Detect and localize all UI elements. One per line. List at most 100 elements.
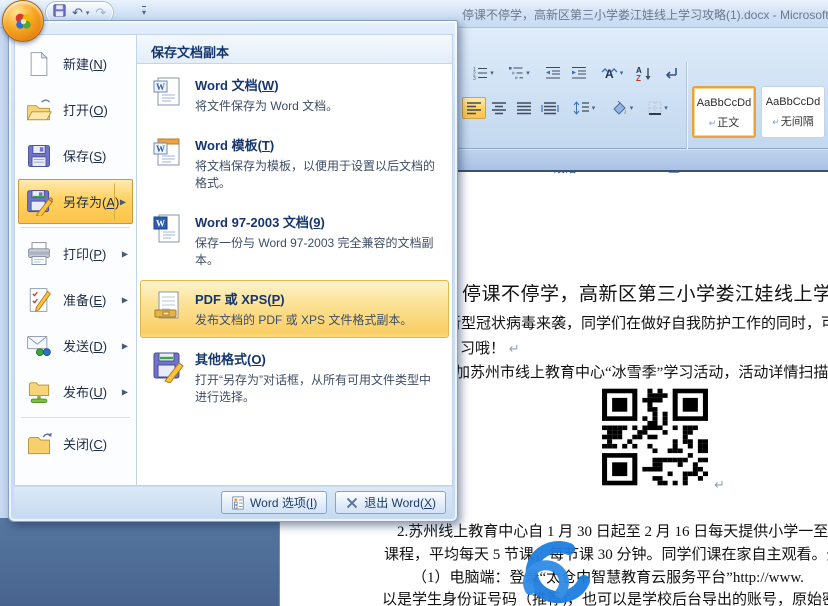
line-spacing-button[interactable]: ▾ — [568, 97, 600, 119]
outside-page-background — [0, 518, 280, 606]
submenu-item-word-document[interactable]: WWord 文档(W)将文件保存为 Word 文档。 — [140, 66, 449, 124]
word-options-icon — [231, 496, 245, 510]
menu-item-label: 发布(U) — [63, 382, 107, 401]
svg-text:W: W — [156, 82, 165, 92]
submenu-item-description: 发布文档的 PDF 或 XPS 文件格式副本。 — [195, 312, 412, 329]
sort-button[interactable]: AZ — [632, 62, 656, 84]
submenu-arrow-icon: ▶ — [122, 249, 128, 258]
decrease-indent-button[interactable] — [541, 62, 565, 84]
submenu-item-title: Word 97-2003 文档(9) — [195, 212, 438, 231]
shading-button[interactable]: ▾ — [606, 97, 638, 119]
increase-indent-button[interactable] — [567, 62, 591, 84]
office-button[interactable] — [2, 0, 44, 42]
menu-item-close[interactable]: 关闭(C) — [18, 421, 133, 466]
menu-item-print[interactable]: 打印(P) ▶ — [18, 231, 133, 276]
save-icon — [25, 142, 53, 170]
submenu-item-other-formats[interactable]: 其他格式(O) 打开“另存为”对话框，从所有可用文件类型中进行选择。 — [140, 340, 449, 415]
undo-icon[interactable]: ↶ — [72, 6, 83, 19]
menu-item-publish[interactable]: 发布(U)▶ — [18, 369, 133, 414]
button-label: Word 选项(I) — [250, 494, 317, 511]
document-paragraph: 以是学生身份证号码（推荐)，也可以是学校后台导出的账号，原始密码 — [382, 588, 828, 606]
document-paragraph: 2.苏州线上教育中心自 1 月 30 日起至 2 月 16 日每天提供小学一至 — [397, 520, 828, 541]
redo-icon[interactable]: ↷ — [95, 6, 106, 19]
menu-item-save-as[interactable]: 另存为(A)▶ — [18, 179, 133, 224]
exit-x-icon — [345, 496, 359, 510]
save-icon[interactable] — [53, 4, 66, 22]
submenu-header: 保存文档副本 — [137, 35, 452, 64]
customize-quick-access-icon[interactable]: ▾ — [142, 6, 146, 17]
word-template-icon: W — [151, 135, 185, 169]
multilevel-list-button[interactable]: ▾ — [502, 62, 536, 84]
window-title: 停课不停学，高新区第三小学娄江娃线上学习攻略(1).docx - Microso… — [462, 6, 828, 23]
align-right-button[interactable] — [512, 97, 536, 119]
paragraph-mark: ↵ — [714, 477, 725, 493]
document-paragraph: 习哦！ ↵ — [460, 337, 520, 358]
submenu-arrow-icon: ▶ — [114, 183, 128, 220]
document-paragraph: （1）电脑端：登录“太仓中智慧教育云服务平台”http://www. — [412, 566, 804, 587]
menu-item-label: 发送(D) — [63, 336, 107, 355]
align-center-button[interactable] — [487, 97, 511, 119]
word-options-button[interactable]: Word 选项(I) — [221, 491, 327, 514]
document-paragraph: 参加苏州市线上教育中心“冰雪季”学习活动，活动详情扫描二维码 — [440, 361, 828, 382]
menu-separator — [21, 227, 130, 228]
show-hide-marks-button[interactable] — [660, 62, 682, 84]
style-name: ↵正文 — [694, 114, 754, 130]
office-menu-left-pane: 新建(N)打开(O)保存(S)另存为(A)▶打印(P)▶准备(E)▶发送(D)▶… — [14, 34, 136, 486]
menu-item-label: 准备(E) — [63, 290, 106, 309]
distribute-text-button[interactable] — [537, 97, 563, 119]
submenu-arrow-icon: ▶ — [122, 341, 128, 350]
exit-word-button[interactable]: 退出 Word(X) — [335, 491, 446, 514]
ribbon: 123▾ ▾ A▾ AZ — [440, 28, 828, 149]
new-document-icon — [25, 50, 53, 78]
menu-item-label: 另存为(A) — [63, 192, 119, 211]
word-document-icon: W — [151, 75, 185, 109]
undo-dropdown-icon[interactable]: ▾ — [86, 9, 90, 17]
menu-item-label: 关闭(C) — [63, 434, 107, 453]
office-menu-footer: Word 选项(I) 退出 Word(X) — [14, 487, 452, 518]
menu-item-new[interactable]: 新建(N) — [18, 41, 133, 86]
svg-text:W: W — [156, 144, 165, 154]
publish-icon — [25, 378, 53, 406]
submenu-item-description: 将文档保存为模板，以便用于设置以后文档的格式。 — [195, 158, 438, 192]
menu-item-prepare[interactable]: 准备(E)▶ — [18, 277, 133, 322]
print-icon — [25, 240, 53, 268]
menu-item-send[interactable]: 发送(D) ▶ — [18, 323, 133, 368]
style-card-no-spacing[interactable]: AaBbCcDd ↵无间隔 — [761, 86, 825, 138]
submenu-item-word-97-2003[interactable]: W Word 97-2003 文档(9) 保存一份与 Word 97-2003 完全… — [140, 203, 449, 278]
close-folder-icon — [25, 430, 53, 458]
svg-text:Z: Z — [636, 74, 641, 81]
button-label: 退出 Word(X) — [364, 494, 436, 511]
send-icon — [25, 332, 53, 360]
save-as-icon — [25, 188, 53, 216]
style-sample-text: AaBbCcDd — [762, 96, 824, 108]
watermark-swirl-logo — [503, 540, 595, 604]
submenu-item-description: 保存一份与 Word 97-2003 完全兼容的文档副本。 — [195, 235, 438, 269]
paragraph-mark: ↵ — [509, 341, 520, 356]
word-97-2003-icon: W — [151, 212, 185, 246]
svg-text:W: W — [156, 219, 165, 229]
document-paragraph: 新型冠状病毒来袭，同学们在做好自我防护工作的同时，可以利 — [446, 312, 828, 333]
style-card-normal[interactable]: AaBbCcDd↵正文 — [692, 86, 756, 138]
svg-text:3: 3 — [473, 76, 476, 80]
office-menu-submenu-pane: 保存文档副本 WWord 文档(W)将文件保存为 Word 文档。WWord 模… — [136, 34, 453, 486]
submenu-item-pdf-xps[interactable]: PDF 或 XPS(P)发布文档的 PDF 或 XPS 文件格式副本。 — [140, 280, 449, 338]
borders-button[interactable]: ▾ — [642, 97, 674, 119]
submenu-item-word-template[interactable]: W Word 模板(T) 将文档保存为模板，以便用于设置以后文档的格式。 — [140, 126, 449, 201]
menu-item-label: 打开(O) — [63, 100, 108, 119]
menu-item-open[interactable]: 打开(O) — [18, 87, 133, 132]
menu-item-label: 打印(P) — [63, 244, 106, 263]
submenu-item-title: Word 模板(T) — [195, 135, 438, 154]
other-formats-icon — [151, 349, 185, 383]
office-menu: 新建(N)打开(O)保存(S)另存为(A)▶打印(P)▶准备(E)▶发送(D)▶… — [8, 20, 458, 522]
numbered-list-button[interactable]: 123▾ — [466, 62, 500, 84]
office-logo-icon — [12, 10, 34, 32]
asian-layout-button[interactable]: A▾ — [596, 62, 628, 84]
menu-separator — [21, 417, 130, 418]
submenu-item-title: 其他格式(O) — [195, 349, 438, 368]
submenu-item-title: Word 文档(W) — [195, 75, 338, 94]
style-name: ↵无间隔 — [762, 113, 824, 129]
align-left-button[interactable] — [462, 97, 486, 119]
menu-item-save[interactable]: 保存(S) — [18, 133, 133, 178]
submenu-item-description: 打开“另存为”对话框，从所有可用文件类型中进行选择。 — [195, 372, 438, 406]
word-2007-window: ↶▾ ↷ ▾ 停课不停学，高新区第三小学娄江娃线上学习攻略(1).docx - … — [0, 0, 828, 606]
